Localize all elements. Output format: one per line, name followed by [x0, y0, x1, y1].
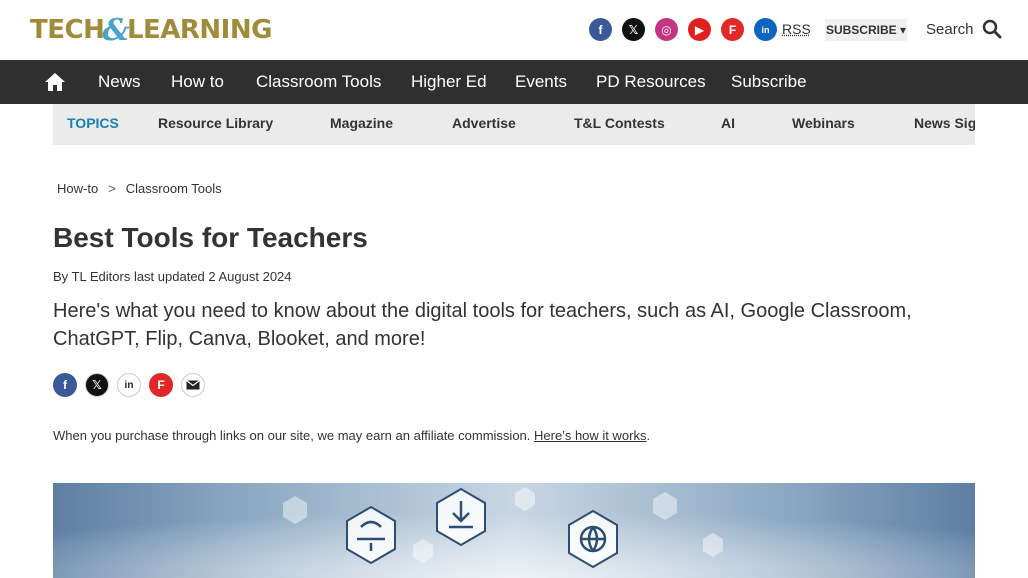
x-twitter-icon[interactable]: 𝕏: [622, 18, 645, 41]
nav-item-classroom-tools[interactable]: Classroom Tools: [256, 60, 381, 104]
byline: By TL Editors last updated 2 August 2024: [53, 269, 292, 284]
affiliate-text: When you purchase through links on our s…: [53, 428, 534, 443]
topic-webinars[interactable]: Webinars: [792, 104, 855, 145]
nav-item-subscribe[interactable]: Subscribe: [731, 60, 807, 104]
instagram-icon[interactable]: ◎: [655, 18, 678, 41]
hero-image: [53, 483, 975, 578]
search-button[interactable]: Search: [926, 19, 1002, 39]
share-linkedin-icon[interactable]: in: [117, 373, 141, 397]
topic-news-signup[interactable]: News Sign: [914, 104, 975, 145]
affiliate-period: .: [646, 428, 651, 443]
nav-item-higher-ed[interactable]: Higher Ed: [411, 60, 487, 104]
share-email-icon[interactable]: [181, 373, 205, 397]
youtube-icon[interactable]: ▶: [688, 18, 711, 41]
share-buttons: f 𝕏 in F: [53, 373, 205, 397]
logo-text-learning: LEARNING: [126, 15, 273, 45]
nav-item-events[interactable]: Events: [515, 60, 567, 104]
logo-ampersand: &: [102, 12, 129, 48]
social-links: f 𝕏 ◎ ▶ F in: [589, 18, 777, 41]
nav-item-news[interactable]: News: [98, 60, 141, 104]
hero-illustration: [53, 483, 975, 578]
rss-link[interactable]: RSS: [782, 21, 811, 37]
flipboard-icon[interactable]: F: [721, 18, 744, 41]
updated-date: last updated 2 August 2024: [130, 269, 292, 284]
main-nav: News How to Classroom Tools Higher Ed Ev…: [0, 60, 1028, 104]
home-icon[interactable]: [44, 71, 66, 93]
nav-item-how-to[interactable]: How to: [171, 60, 224, 104]
share-x-icon[interactable]: 𝕏: [85, 373, 109, 397]
envelope-icon: [186, 380, 200, 390]
article-standfirst: Here's what you need to know about the d…: [53, 300, 912, 350]
search-label: Search: [926, 20, 974, 38]
topic-ai[interactable]: AI: [721, 104, 735, 145]
nav-item-pd-resources[interactable]: PD Resources: [596, 60, 706, 104]
page-title: Best Tools for Teachers: [53, 222, 368, 253]
topic-tl-contests[interactable]: T&L Contests: [574, 104, 665, 145]
affiliate-disclaimer: When you purchase through links on our s…: [53, 428, 650, 443]
search-icon: [982, 19, 1002, 39]
topic-magazine[interactable]: Magazine: [330, 104, 393, 145]
affiliate-how-it-works-link[interactable]: Here’s how it works: [534, 428, 646, 443]
facebook-icon[interactable]: f: [589, 18, 612, 41]
breadcrumb: How-to > Classroom Tools: [57, 181, 222, 196]
breadcrumb-how-to[interactable]: How-to: [57, 181, 98, 196]
byline-prefix: By: [53, 269, 72, 284]
share-flipboard-icon[interactable]: F: [149, 373, 173, 397]
site-header: TECH & LEARNING f 𝕏 ◎ ▶ F in RSS SUBSCRI…: [0, 0, 1028, 60]
linkedin-icon[interactable]: in: [754, 18, 777, 41]
breadcrumb-separator: >: [108, 181, 116, 196]
site-logo[interactable]: TECH & LEARNING: [30, 12, 273, 48]
topic-resource-library[interactable]: Resource Library: [158, 104, 273, 145]
topics-label: TOPICS: [67, 115, 119, 131]
subscribe-dropdown-button[interactable]: SUBSCRIBE ▾: [825, 19, 907, 41]
topics-bar: TOPICS Resource Library Magazine Adverti…: [53, 104, 975, 145]
breadcrumb-classroom-tools[interactable]: Classroom Tools: [126, 181, 222, 196]
topic-advertise[interactable]: Advertise: [452, 104, 516, 145]
share-facebook-icon[interactable]: f: [53, 373, 77, 397]
author-link[interactable]: TL Editors: [72, 269, 131, 284]
logo-text-tech: TECH: [30, 15, 105, 45]
